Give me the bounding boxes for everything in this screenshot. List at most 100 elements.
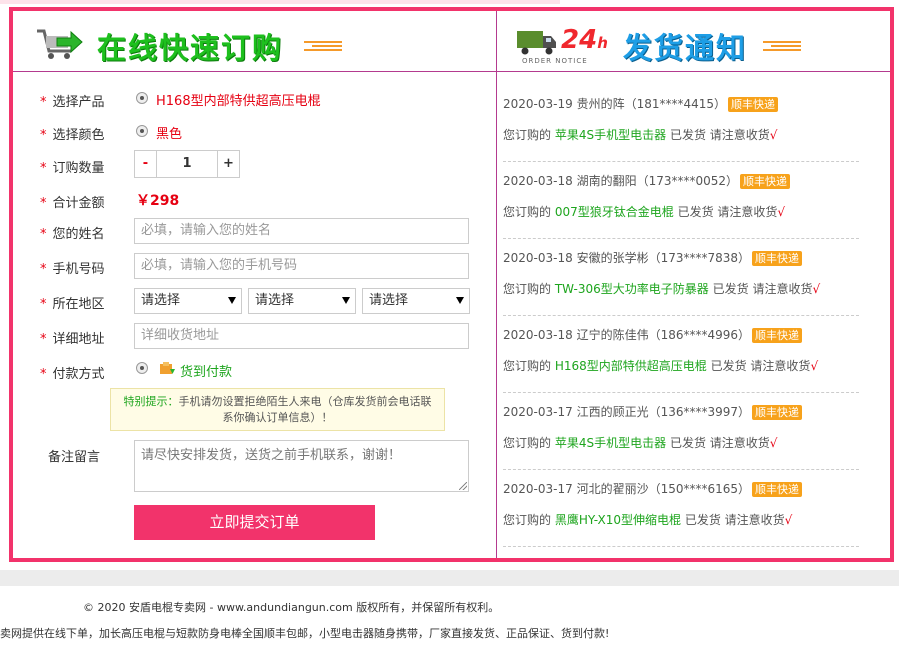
region-label: * 所在地区	[40, 293, 114, 312]
check-icon: √	[777, 205, 786, 219]
required-mark: *	[40, 128, 47, 143]
check-icon: √	[769, 436, 778, 450]
order-notice-caption: ORDER NOTICE	[522, 57, 588, 65]
phone-label-text: 手机号码	[52, 262, 105, 277]
notice-item: 2020-03-18 辽宁的陈佳伟（186****4996） 顺丰快递 您订购的 H…	[503, 316, 859, 393]
notice-product-link[interactable]: 007型狼牙钛合金电棍	[555, 205, 674, 219]
notice-phone: （150****6165）	[648, 482, 751, 496]
notice-suffix: 已发货 请注意收货	[669, 128, 770, 142]
dropdown-arrow-icon	[228, 297, 236, 304]
check-icon: √	[812, 282, 821, 296]
notice-header: 2020-03-18 辽宁的陈佳伟（186****4996） 顺丰快递	[503, 326, 803, 343]
notice-product-link[interactable]: H168型内部特供超高压电棍	[555, 359, 707, 373]
notice-phone: （173****0052）	[636, 174, 739, 188]
notice-item: 2020-03-18 安徽的张学彬（173****7838） 顺丰快递您订购的 T…	[503, 239, 859, 316]
required-mark: *	[40, 332, 47, 347]
notice-item: 2020-03-17 江西的顾正光（136****3997） 顺丰快递 您订购的 苹…	[503, 393, 859, 470]
courier-badge: 顺丰快递	[728, 97, 779, 112]
courier-badge: 顺丰快递	[740, 174, 791, 189]
header-divider	[13, 71, 890, 72]
remark-text: 请尽快安排发货，送货之前手机联系，谢谢！	[141, 448, 402, 463]
product-radio[interactable]	[136, 92, 148, 104]
product-option[interactable]: H168型内部特供超高压电棍	[156, 90, 321, 109]
top-pink-bar	[0, 0, 560, 4]
submit-order-button[interactable]: 立即提交订单	[134, 505, 375, 540]
courier-badge: 顺丰快递	[752, 328, 803, 343]
color-radio[interactable]	[136, 125, 148, 137]
check-icon: √	[784, 513, 793, 527]
notice-product-link[interactable]: 苹果4S手机型电击器	[555, 436, 666, 450]
notice-suffix: 已发货 请注意收货	[712, 282, 813, 296]
notice-date: 2020-03-19	[503, 97, 573, 111]
quantity-plus-button[interactable]: +	[217, 151, 239, 177]
required-mark: *	[40, 367, 47, 382]
name-input[interactable]: 必填，请输入您的姓名	[134, 218, 469, 244]
quantity-label-text: 订购数量	[52, 161, 105, 176]
resize-grip-icon[interactable]	[459, 482, 467, 490]
notice-item: 2020-03-18 湖南的翻阳（173****0052） 顺丰快递 您订购的 00…	[503, 162, 859, 239]
address-input[interactable]: 详细收货地址	[134, 323, 469, 349]
product-label: * 选择产品	[40, 91, 114, 110]
remark-textarea[interactable]: 请尽快安排发货，送货之前手机联系，谢谢！	[134, 440, 469, 492]
notice-phone: （136****3997）	[648, 405, 751, 419]
required-mark: *	[40, 95, 47, 110]
title-decoration-right	[763, 41, 801, 53]
quantity-minus-button[interactable]: -	[135, 151, 157, 177]
color-label: * 选择颜色	[40, 124, 114, 143]
notice-detail: 您订购的 黑鹰HY-X10型伸缩电棍 已发货 请注意收货√	[503, 511, 792, 528]
payment-option[interactable]: 货到付款	[180, 361, 232, 380]
notice-header: 2020-03-17 河北的翟丽沙（150****6165） 顺丰快递	[503, 480, 803, 497]
quantity-label: * 订购数量	[40, 157, 114, 176]
required-mark: *	[40, 196, 47, 211]
tip-text: 手机请勿设置拒绝陌生人来电（仓库发货前会电话联系你确认订单信息）！	[178, 395, 432, 424]
notice-phone: （173****7838）	[648, 251, 751, 265]
phone-input[interactable]: 必填，请输入您的手机号码	[134, 253, 469, 279]
required-mark: *	[40, 227, 47, 242]
footer-description: 卖网提供在线下单，加长高压电棍与短款防身电棒全国顺丰包邮，小型电击器随身携带，厂…	[0, 627, 610, 640]
title-decoration-left	[304, 41, 342, 53]
notice-date: 2020-03-18	[503, 251, 573, 265]
address-label-text: 详细地址	[52, 332, 105, 347]
notice-product-link[interactable]: TW-306型大功率电子防暴器	[555, 282, 709, 296]
quantity-stepper: - 1 +	[134, 150, 240, 178]
notice-prefix: 您订购的	[503, 282, 552, 296]
province-select[interactable]: 请选择	[134, 288, 242, 314]
courier-badge: 顺丰快递	[752, 251, 803, 266]
quantity-value[interactable]: 1	[157, 151, 217, 177]
required-mark: *	[40, 297, 47, 312]
notice-prefix: 您订购的	[503, 436, 552, 450]
notice-prefix: 您订购的	[503, 359, 552, 373]
delivery-truck-icon	[517, 31, 556, 55]
city-select-value: 请选择	[255, 293, 295, 308]
notice-customer: 湖南的翻阳	[576, 174, 637, 188]
notice-customer: 安徽的张学彬	[576, 251, 649, 265]
total-label-text: 合计金额	[52, 196, 105, 211]
color-label-text: 选择颜色	[52, 128, 105, 143]
hours-number: 24	[561, 25, 598, 55]
district-select[interactable]: 请选择	[362, 288, 470, 314]
shopping-cart-icon	[37, 29, 83, 59]
total-price: ￥298	[136, 193, 180, 209]
notice-suffix: 已发货 请注意收货	[669, 436, 770, 450]
notice-customer: 贵州的阵	[576, 97, 625, 111]
payment-label: * 付款方式	[40, 363, 114, 382]
notice-customer: 河北的翟丽沙	[576, 482, 649, 496]
color-option[interactable]: 黑色	[156, 123, 182, 142]
notice-product-link[interactable]: 苹果4S手机型电击器	[555, 128, 666, 142]
payment-radio[interactable]	[136, 362, 148, 374]
courier-badge: 顺丰快递	[752, 405, 803, 420]
notice-prefix: 您订购的	[503, 513, 552, 527]
product-label-text: 选择产品	[52, 95, 105, 110]
notice-customer: 辽宁的陈佳伟	[576, 328, 649, 342]
dropdown-arrow-icon	[456, 297, 464, 304]
required-mark: *	[40, 262, 47, 277]
notice-header: 2020-03-17 江西的顾正光（136****3997） 顺丰快递	[503, 403, 803, 420]
total-label: * 合计金额	[40, 192, 114, 211]
city-select[interactable]: 请选择	[248, 288, 356, 314]
footer-band	[0, 570, 899, 586]
footer-copyright: © 2020 安盾电棍专卖网 - www.andundiangun.com 版权…	[83, 601, 500, 614]
notice-suffix: 已发货 请注意收货	[677, 205, 778, 219]
notice-phone: （181****4415）	[624, 97, 727, 111]
notice-product-link[interactable]: 黑鹰HY-X10型伸缩电棍	[555, 513, 681, 527]
notice-detail: 您订购的 苹果4S手机型电击器 已发货 请注意收货√	[503, 126, 777, 143]
